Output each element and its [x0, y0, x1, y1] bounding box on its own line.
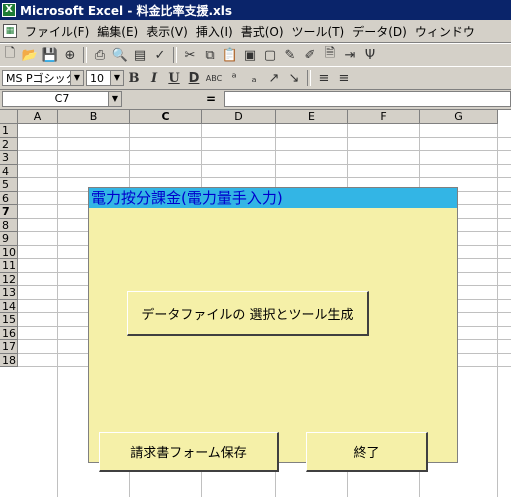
save-icon[interactable]: 💾: [40, 46, 60, 64]
column-header-e[interactable]: E: [276, 110, 348, 124]
double-underline-icon[interactable]: D: [184, 69, 204, 87]
superscript-icon[interactable]: ᵃ: [224, 69, 244, 87]
formula-equals[interactable]: =: [206, 92, 216, 106]
column-gridline: [57, 124, 58, 497]
print-icon[interactable]: ⎙: [90, 46, 110, 64]
subscript-icon[interactable]: ₐ: [244, 69, 264, 87]
generate-tool-button[interactable]: データファイルの 選択とツール生成: [127, 291, 369, 336]
column-header-f[interactable]: F: [348, 110, 420, 124]
title-bar: X Microsoft Excel - 料金比率支援.xls: [0, 0, 511, 20]
chevron-down-icon[interactable]: ▼: [110, 71, 123, 85]
copy-icon[interactable]: ⧉: [200, 46, 220, 64]
row-header-2[interactable]: 2: [0, 137, 18, 151]
bold-icon[interactable]: B: [124, 69, 144, 87]
new-icon[interactable]: 🗋: [0, 46, 20, 64]
menu-edit[interactable]: 編集(E): [93, 23, 142, 40]
font-size-value: 10: [90, 71, 104, 85]
column-header-g[interactable]: G: [420, 110, 498, 124]
spelling-icon[interactable]: ✓: [150, 46, 170, 64]
toolbar-separator: [173, 47, 177, 63]
paste-special-icon[interactable]: ▣: [240, 46, 260, 64]
rotate-text-down-icon[interactable]: ↘: [284, 69, 304, 87]
save-invoice-form-button[interactable]: 請求書フォーム保存: [99, 432, 279, 472]
column-gridline: [497, 124, 498, 497]
menu-window[interactable]: ウィンドウ: [411, 23, 479, 40]
row-header-9[interactable]: 9: [0, 232, 18, 246]
font-size-select[interactable]: 10 ▼: [86, 70, 124, 86]
row-header-15[interactable]: 15: [0, 313, 18, 327]
draw-icon[interactable]: ✐: [300, 46, 320, 64]
strikethrough-icon[interactable]: ABC: [204, 69, 224, 87]
research-icon[interactable]: ▤: [130, 46, 150, 64]
row-header-1[interactable]: 1: [0, 124, 18, 138]
paste-icon[interactable]: 📋: [220, 46, 240, 64]
row-header-8[interactable]: 8: [0, 218, 18, 232]
menu-data[interactable]: データ(D): [348, 23, 411, 40]
row-header-12[interactable]: 12: [0, 272, 18, 286]
column-header-b[interactable]: B: [58, 110, 130, 124]
row-gridline: [18, 177, 511, 178]
font-name-value: MS Pゴシック: [6, 72, 77, 85]
row-header-17[interactable]: 17: [0, 340, 18, 354]
row-header-13[interactable]: 13: [0, 286, 18, 300]
toolbar-separator: [83, 47, 87, 63]
name-box-value: C7: [54, 92, 70, 105]
permission-icon[interactable]: ⊕: [60, 46, 80, 64]
column-header-d[interactable]: D: [202, 110, 276, 124]
row-header-6[interactable]: 6: [0, 191, 18, 205]
toolbar-separator: [307, 70, 311, 86]
formula-bar: C7 ▼ =: [0, 89, 511, 110]
formatting-toolbar: MS Pゴシック ▼ 10 ▼ B I U D ABC ᵃ ₐ ↗ ↘ ≡ ≡: [0, 66, 511, 90]
menu-format[interactable]: 書式(O): [237, 23, 288, 40]
font-name-select[interactable]: MS Pゴシック ▼: [2, 70, 84, 86]
menu-file[interactable]: ファイル(F): [21, 23, 93, 40]
rotate-text-up-icon[interactable]: ↗: [264, 69, 284, 87]
row-header-5[interactable]: 5: [0, 178, 18, 192]
exit-button[interactable]: 終了: [306, 432, 428, 472]
chevron-down-icon[interactable]: ▼: [108, 92, 121, 106]
workbook-icon[interactable]: ▦: [3, 24, 17, 38]
print-preview-icon[interactable]: 🔍: [110, 46, 130, 64]
row-gridline: [18, 150, 511, 151]
underline-icon[interactable]: U: [164, 69, 184, 87]
align-center-icon[interactable]: ≡: [334, 69, 354, 87]
row-header-16[interactable]: 16: [0, 326, 18, 340]
italic-icon[interactable]: I: [144, 69, 164, 87]
select-all-corner[interactable]: [0, 110, 18, 124]
userform: 電力按分課金(電力量手入力) データファイルの 選択とツール生成 請求書フォーム…: [88, 187, 458, 472]
row-header-3[interactable]: 3: [0, 151, 18, 165]
menu-tools[interactable]: ツール(T): [288, 23, 349, 40]
menu-bar: ▦ ファイル(F) 編集(E) 表示(V) 挿入(I) 書式(O) ツール(T)…: [0, 20, 511, 43]
window-title: Microsoft Excel - 料金比率支援.xls: [20, 3, 233, 18]
excel-app-icon[interactable]: X: [2, 3, 16, 17]
row-header-10[interactable]: 10: [0, 245, 18, 259]
column-header-a[interactable]: A: [18, 110, 58, 124]
name-box[interactable]: C7 ▼: [2, 91, 122, 107]
cut-icon[interactable]: ✂: [180, 46, 200, 64]
menu-view[interactable]: 表示(V): [142, 23, 192, 40]
row-gridline: [18, 136, 511, 138]
row-header-14[interactable]: 14: [0, 299, 18, 313]
row-header-11[interactable]: 11: [0, 259, 18, 273]
paste-values-icon[interactable]: ▢: [260, 46, 280, 64]
open-icon[interactable]: 📂: [20, 46, 40, 64]
row-header-7[interactable]: 7: [0, 205, 18, 219]
column-header-c[interactable]: C: [130, 110, 202, 124]
row-gridline: [18, 163, 511, 165]
formula-input[interactable]: [224, 91, 511, 107]
align-left-icon[interactable]: ≡: [314, 69, 334, 87]
format-painter-icon[interactable]: ✎: [280, 46, 300, 64]
form-title: 電力按分課金(電力量手入力): [89, 188, 457, 208]
row-header-18[interactable]: 18: [0, 353, 18, 367]
properties-icon[interactable]: 🗎: [320, 46, 340, 64]
menu-insert[interactable]: 挿入(I): [192, 23, 237, 40]
chevron-down-icon[interactable]: ▼: [70, 71, 83, 85]
row-header-4[interactable]: 4: [0, 164, 18, 178]
filter-icon[interactable]: Ψ: [360, 46, 380, 64]
standard-toolbar: 🗋 📂 💾 ⊕ ⎙ 🔍 ▤ ✓ ✂ ⧉ 📋 ▣ ▢ ✎ ✐ 🗎 ⇥ Ψ: [0, 43, 511, 67]
insert-icon[interactable]: ⇥: [340, 46, 360, 64]
